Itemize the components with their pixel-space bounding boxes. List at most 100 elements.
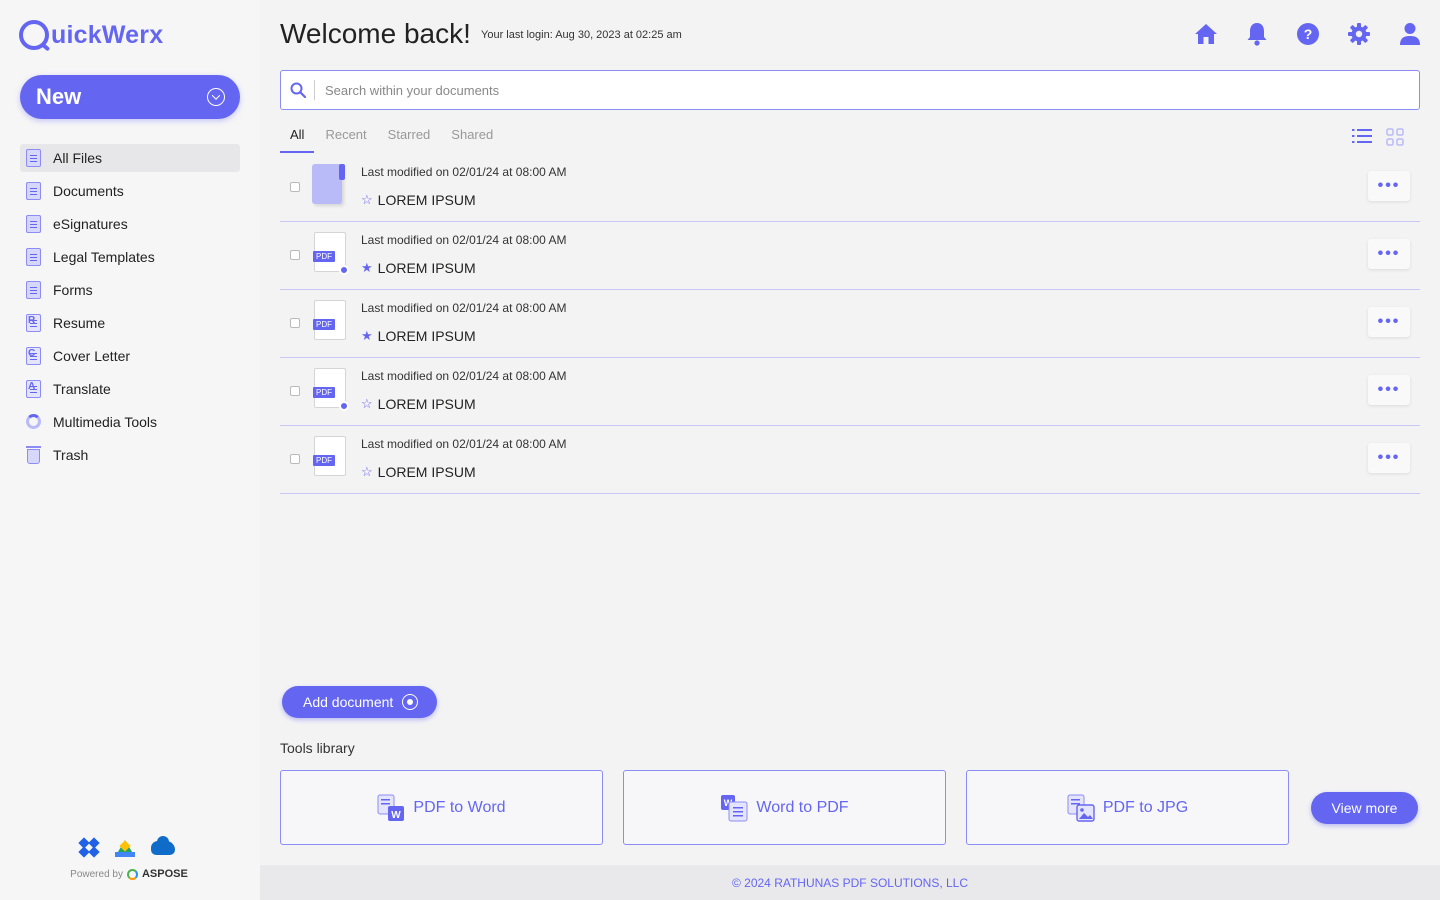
sidebar-item-cover-letter[interactable]: C Cover Letter bbox=[20, 342, 240, 370]
folder-icon bbox=[312, 164, 346, 206]
file-list: Last modified on 02/01/24 at 08:00 AM ☆ … bbox=[280, 154, 1420, 494]
signature-icon bbox=[26, 215, 41, 233]
tool-label: Word to PDF bbox=[756, 798, 849, 816]
tool-pdf-to-word[interactable]: W PDF to Word bbox=[280, 770, 603, 845]
powered-by-text: Powered by bbox=[70, 868, 123, 880]
more-options-button[interactable]: ••• bbox=[1368, 239, 1410, 269]
gear-icon[interactable] bbox=[1347, 22, 1371, 46]
star-outline-icon[interactable]: ☆ bbox=[361, 192, 373, 208]
file-modified-date: Last modified on 02/01/24 at 08:00 AM bbox=[361, 233, 567, 247]
word-to-pdf-icon: W bbox=[720, 794, 748, 822]
file-tabs: All Recent Starred Shared bbox=[280, 124, 504, 153]
file-row[interactable]: PDF Last modified on 02/01/24 at 08:00 A… bbox=[280, 222, 1420, 290]
file-modified-date: Last modified on 02/01/24 at 08:00 AM bbox=[361, 301, 567, 315]
tool-pdf-to-jpg[interactable]: PDF to JPG bbox=[966, 770, 1289, 845]
star-outline-icon[interactable]: ☆ bbox=[361, 396, 373, 412]
file-row[interactable]: PDF Last modified on 02/01/24 at 08:00 A… bbox=[280, 358, 1420, 426]
file-checkbox[interactable] bbox=[290, 182, 300, 192]
file-row[interactable]: PDF Last modified on 02/01/24 at 08:00 A… bbox=[280, 426, 1420, 494]
file-checkbox[interactable] bbox=[290, 318, 300, 328]
star-filled-icon[interactable]: ★ bbox=[361, 328, 373, 344]
powered-by-section: Powered by ASPOSE bbox=[0, 836, 260, 880]
file-row[interactable]: PDF Last modified on 02/01/24 at 08:00 A… bbox=[280, 290, 1420, 358]
aspose-logo-icon bbox=[126, 868, 138, 880]
google-drive-icon[interactable] bbox=[115, 839, 135, 857]
view-more-button[interactable]: View more bbox=[1311, 792, 1418, 824]
sidebar-item-label: Legal Templates bbox=[53, 249, 155, 265]
list-view-icon[interactable] bbox=[1352, 128, 1372, 151]
tab-starred[interactable]: Starred bbox=[378, 124, 441, 153]
onedrive-icon[interactable] bbox=[151, 836, 175, 855]
logo-q-icon bbox=[19, 20, 49, 50]
file-name[interactable]: LOREM IPSUM bbox=[378, 328, 476, 344]
file-name[interactable]: LOREM IPSUM bbox=[378, 192, 476, 208]
tab-recent[interactable]: Recent bbox=[315, 124, 376, 153]
file-checkbox[interactable] bbox=[290, 250, 300, 260]
add-circle-icon bbox=[402, 694, 418, 710]
sidebar-item-label: Resume bbox=[53, 315, 106, 331]
sidebar-item-translate[interactable]: A Translate bbox=[20, 375, 240, 403]
pdf-file-icon: PDF bbox=[312, 232, 349, 275]
top-toolbar: ? bbox=[1194, 22, 1422, 46]
last-login-text: Your last login: Aug 30, 2023 at 02:25 a… bbox=[481, 29, 682, 41]
home-icon[interactable] bbox=[1194, 22, 1218, 46]
user-icon[interactable] bbox=[1398, 22, 1422, 46]
search-input[interactable] bbox=[325, 82, 1225, 98]
sidebar-item-resume[interactable]: R Resume bbox=[20, 309, 240, 337]
more-options-button[interactable]: ••• bbox=[1368, 443, 1410, 473]
add-document-button[interactable]: Add document bbox=[282, 686, 437, 718]
search-bar[interactable] bbox=[280, 70, 1420, 110]
new-button[interactable]: New bbox=[20, 75, 240, 119]
more-options-button[interactable]: ••• bbox=[1368, 375, 1410, 405]
resume-icon: R bbox=[26, 314, 41, 332]
sidebar-item-label: Forms bbox=[53, 282, 93, 298]
sidebar-item-all-files[interactable]: All Files bbox=[20, 144, 240, 172]
quickwerx-logo[interactable]: uickWerx bbox=[19, 18, 163, 52]
star-filled-icon[interactable]: ★ bbox=[361, 260, 373, 276]
dropbox-icon[interactable] bbox=[78, 837, 100, 858]
sidebar-item-trash[interactable]: Trash bbox=[20, 441, 240, 469]
trash-icon bbox=[26, 446, 41, 464]
tab-shared[interactable]: Shared bbox=[441, 124, 503, 153]
sidebar-nav: All Files Documents eSignatures Legal Te… bbox=[20, 144, 240, 474]
sidebar-item-label: Trash bbox=[53, 447, 89, 463]
more-options-button[interactable]: ••• bbox=[1368, 171, 1410, 201]
view-toggle bbox=[1352, 128, 1404, 151]
file-checkbox[interactable] bbox=[290, 454, 300, 464]
star-outline-icon[interactable]: ☆ bbox=[361, 464, 373, 480]
shared-badge-icon bbox=[339, 401, 349, 411]
tools-library-title: Tools library bbox=[280, 740, 355, 756]
cover-letter-icon: C bbox=[26, 347, 41, 365]
file-checkbox[interactable] bbox=[290, 386, 300, 396]
logo-text: uickWerx bbox=[51, 20, 164, 49]
sidebar: uickWerx New All Files Documents eSignat… bbox=[0, 0, 260, 900]
file-row[interactable]: Last modified on 02/01/24 at 08:00 AM ☆ … bbox=[280, 154, 1420, 222]
file-modified-date: Last modified on 02/01/24 at 08:00 AM bbox=[361, 437, 567, 451]
lock-badge-icon bbox=[339, 265, 349, 275]
grid-view-icon[interactable] bbox=[1386, 128, 1404, 151]
pdf-file-icon: PDF bbox=[312, 436, 346, 478]
footer: © 2024 RATHUNAS PDF SOLUTIONS, LLC bbox=[260, 865, 1440, 900]
page-title: Welcome back! bbox=[280, 18, 471, 49]
sidebar-item-label: Multimedia Tools bbox=[53, 414, 158, 430]
svg-text:W: W bbox=[392, 810, 402, 821]
sidebar-item-multimedia-tools[interactable]: Multimedia Tools bbox=[20, 408, 240, 436]
bell-icon[interactable] bbox=[1245, 22, 1269, 46]
tool-word-to-pdf[interactable]: W Word to PDF bbox=[623, 770, 946, 845]
file-modified-date: Last modified on 02/01/24 at 08:00 AM bbox=[361, 165, 567, 179]
help-icon[interactable]: ? bbox=[1296, 22, 1320, 46]
sidebar-item-label: All Files bbox=[53, 150, 103, 166]
more-options-button[interactable]: ••• bbox=[1368, 307, 1410, 337]
file-name[interactable]: LOREM IPSUM bbox=[378, 464, 476, 480]
file-name[interactable]: LOREM IPSUM bbox=[378, 260, 476, 276]
sidebar-item-esignatures[interactable]: eSignatures bbox=[20, 210, 240, 238]
file-modified-date: Last modified on 02/01/24 at 08:00 AM bbox=[361, 369, 567, 383]
pdf-tag: PDF bbox=[313, 319, 335, 330]
sidebar-item-legal-templates[interactable]: Legal Templates bbox=[20, 243, 240, 271]
sidebar-item-label: eSignatures bbox=[53, 216, 128, 232]
file-name[interactable]: LOREM IPSUM bbox=[378, 396, 476, 412]
sidebar-item-forms[interactable]: Forms bbox=[20, 276, 240, 304]
tab-all[interactable]: All bbox=[280, 124, 315, 153]
document-icon bbox=[26, 149, 41, 167]
sidebar-item-documents[interactable]: Documents bbox=[20, 177, 240, 205]
